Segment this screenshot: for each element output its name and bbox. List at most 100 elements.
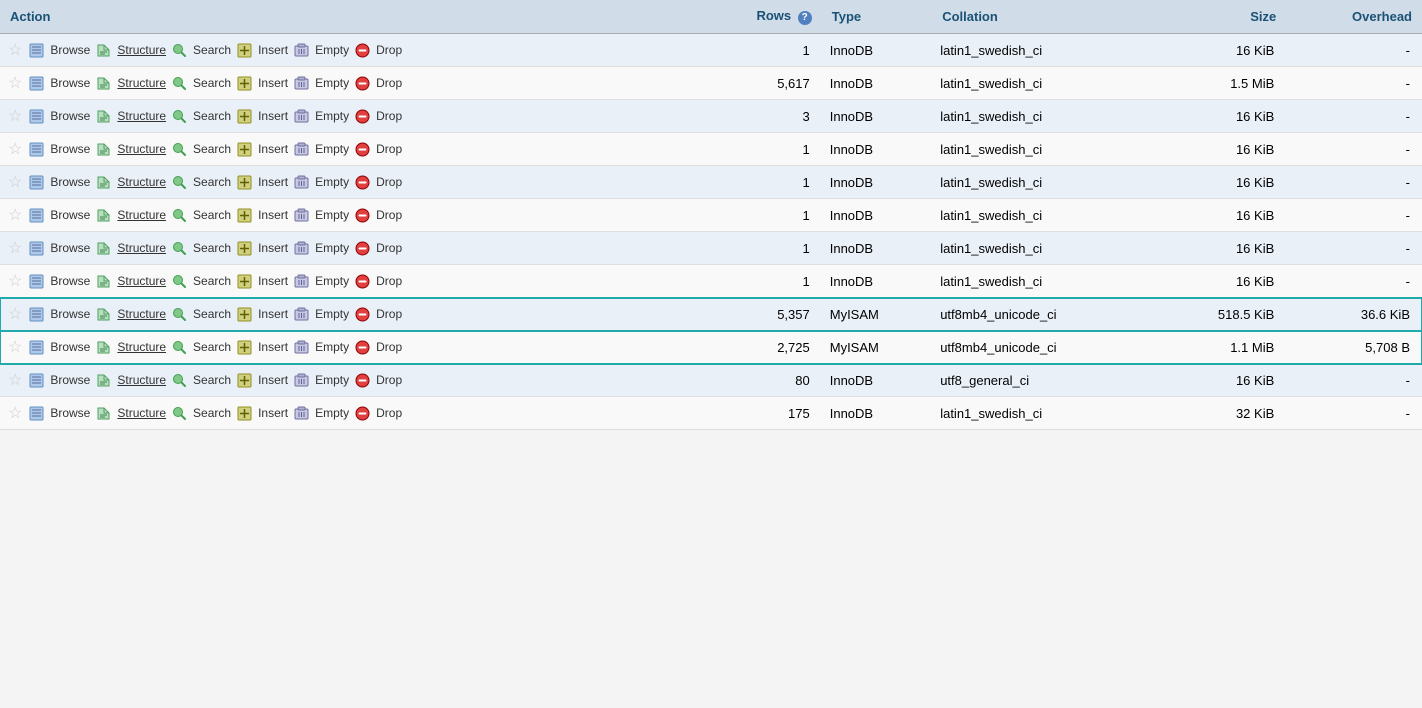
structure-icon[interactable] (96, 373, 111, 388)
insert-link[interactable]: Insert (258, 241, 288, 255)
structure-icon[interactable] (96, 241, 111, 256)
search-icon[interactable] (172, 76, 187, 91)
structure-link[interactable]: Structure (117, 406, 166, 420)
search-icon[interactable] (172, 43, 187, 58)
insert-link[interactable]: Insert (258, 307, 288, 321)
search-icon[interactable] (172, 340, 187, 355)
insert-icon[interactable] (237, 241, 252, 256)
empty-icon[interactable] (294, 340, 309, 355)
favorite-star-icon[interactable]: ☆ (8, 337, 22, 357)
browse-icon[interactable] (29, 142, 44, 157)
empty-link[interactable]: Empty (315, 76, 349, 90)
search-link[interactable]: Search (193, 76, 231, 90)
structure-icon[interactable] (96, 43, 111, 58)
drop-link[interactable]: Drop (376, 43, 402, 57)
drop-icon[interactable] (355, 142, 370, 157)
favorite-star-icon[interactable]: ☆ (8, 139, 22, 159)
drop-icon[interactable] (355, 406, 370, 421)
structure-icon[interactable] (96, 340, 111, 355)
search-link[interactable]: Search (193, 109, 231, 123)
browse-icon[interactable] (29, 406, 44, 421)
browse-link[interactable]: Browse (50, 142, 90, 156)
structure-icon[interactable] (96, 307, 111, 322)
browse-icon[interactable] (29, 373, 44, 388)
favorite-star-icon[interactable]: ☆ (8, 370, 22, 390)
browse-link[interactable]: Browse (50, 307, 90, 321)
favorite-star-icon[interactable]: ☆ (8, 172, 22, 192)
drop-link[interactable]: Drop (376, 109, 402, 123)
structure-link[interactable]: Structure (117, 373, 166, 387)
structure-icon[interactable] (96, 175, 111, 190)
browse-link[interactable]: Browse (50, 274, 90, 288)
favorite-star-icon[interactable]: ☆ (8, 271, 22, 291)
drop-icon[interactable] (355, 175, 370, 190)
drop-link[interactable]: Drop (376, 373, 402, 387)
insert-link[interactable]: Insert (258, 142, 288, 156)
structure-link[interactable]: Structure (117, 274, 166, 288)
insert-icon[interactable] (237, 274, 252, 289)
structure-icon[interactable] (96, 406, 111, 421)
insert-icon[interactable] (237, 307, 252, 322)
search-icon[interactable] (172, 373, 187, 388)
browse-link[interactable]: Browse (50, 208, 90, 222)
search-link[interactable]: Search (193, 307, 231, 321)
structure-link[interactable]: Structure (117, 43, 166, 57)
drop-icon[interactable] (355, 208, 370, 223)
drop-link[interactable]: Drop (376, 307, 402, 321)
drop-link[interactable]: Drop (376, 76, 402, 90)
favorite-star-icon[interactable]: ☆ (8, 238, 22, 258)
search-link[interactable]: Search (193, 340, 231, 354)
browse-link[interactable]: Browse (50, 43, 90, 57)
insert-icon[interactable] (237, 406, 252, 421)
browse-icon[interactable] (29, 274, 44, 289)
search-link[interactable]: Search (193, 43, 231, 57)
browse-link[interactable]: Browse (50, 109, 90, 123)
browse-icon[interactable] (29, 307, 44, 322)
empty-link[interactable]: Empty (315, 406, 349, 420)
browse-link[interactable]: Browse (50, 373, 90, 387)
empty-link[interactable]: Empty (315, 175, 349, 189)
structure-link[interactable]: Structure (117, 175, 166, 189)
browse-icon[interactable] (29, 241, 44, 256)
drop-icon[interactable] (355, 340, 370, 355)
insert-icon[interactable] (237, 175, 252, 190)
insert-icon[interactable] (237, 340, 252, 355)
insert-icon[interactable] (237, 43, 252, 58)
insert-link[interactable]: Insert (258, 208, 288, 222)
structure-icon[interactable] (96, 208, 111, 223)
drop-link[interactable]: Drop (376, 340, 402, 354)
favorite-star-icon[interactable]: ☆ (8, 40, 22, 60)
insert-link[interactable]: Insert (258, 76, 288, 90)
insert-icon[interactable] (237, 208, 252, 223)
search-icon[interactable] (172, 406, 187, 421)
favorite-star-icon[interactable]: ☆ (8, 106, 22, 126)
search-link[interactable]: Search (193, 175, 231, 189)
search-icon[interactable] (172, 175, 187, 190)
empty-link[interactable]: Empty (315, 241, 349, 255)
insert-link[interactable]: Insert (258, 274, 288, 288)
browse-icon[interactable] (29, 208, 44, 223)
drop-link[interactable]: Drop (376, 241, 402, 255)
insert-link[interactable]: Insert (258, 340, 288, 354)
browse-icon[interactable] (29, 340, 44, 355)
structure-link[interactable]: Structure (117, 76, 166, 90)
insert-link[interactable]: Insert (258, 373, 288, 387)
search-link[interactable]: Search (193, 406, 231, 420)
insert-link[interactable]: Insert (258, 406, 288, 420)
insert-link[interactable]: Insert (258, 43, 288, 57)
empty-icon[interactable] (294, 307, 309, 322)
search-link[interactable]: Search (193, 373, 231, 387)
empty-icon[interactable] (294, 274, 309, 289)
empty-link[interactable]: Empty (315, 43, 349, 57)
drop-icon[interactable] (355, 307, 370, 322)
insert-icon[interactable] (237, 373, 252, 388)
drop-icon[interactable] (355, 373, 370, 388)
empty-link[interactable]: Empty (315, 307, 349, 321)
search-icon[interactable] (172, 274, 187, 289)
empty-link[interactable]: Empty (315, 142, 349, 156)
structure-link[interactable]: Structure (117, 208, 166, 222)
drop-icon[interactable] (355, 76, 370, 91)
drop-icon[interactable] (355, 241, 370, 256)
drop-link[interactable]: Drop (376, 142, 402, 156)
browse-icon[interactable] (29, 109, 44, 124)
